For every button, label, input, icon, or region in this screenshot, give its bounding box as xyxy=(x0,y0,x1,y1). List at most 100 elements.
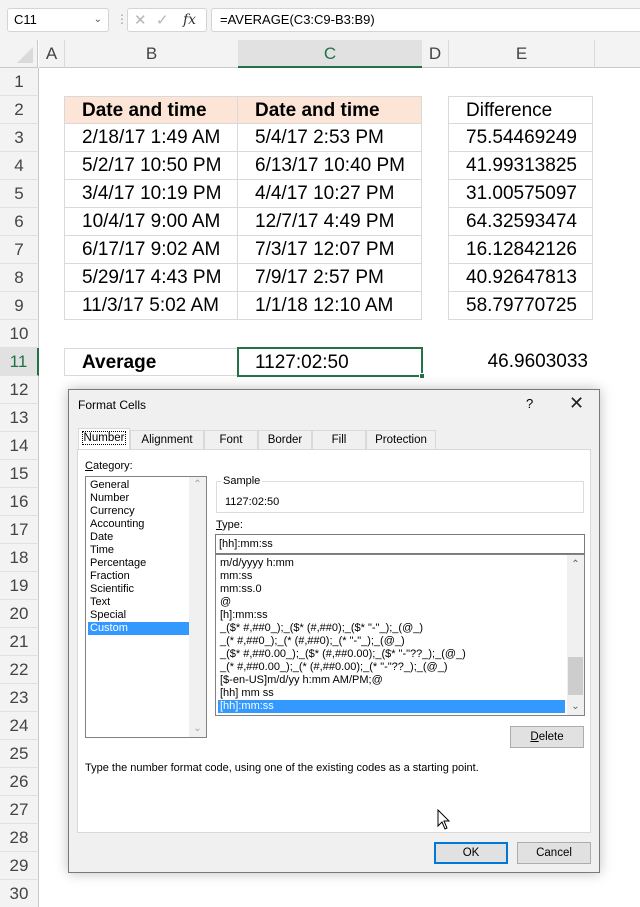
format-type-item[interactable]: _($* #,##0_);_($* (#,##0);_($* "-"_);_(@… xyxy=(218,622,565,635)
format-type-item[interactable]: [$-en-US]m/d/yy h:mm AM/PM;@ xyxy=(218,674,565,687)
category-item[interactable]: Currency xyxy=(88,505,189,518)
type-input[interactable] xyxy=(215,534,585,554)
row-header-20[interactable]: 20 xyxy=(0,600,39,628)
row-header-13[interactable]: 13 xyxy=(0,404,39,432)
scroll-down-icon[interactable]: ⌄ xyxy=(189,721,206,737)
difference-cell[interactable]: 75.54469249 xyxy=(448,124,593,152)
category-item[interactable]: Text xyxy=(88,596,189,609)
row-header-10[interactable]: 10 xyxy=(0,320,39,348)
ok-button[interactable]: OK xyxy=(434,842,508,864)
cancel-button[interactable]: Cancel xyxy=(517,842,591,864)
difference-cell[interactable]: 58.79770725 xyxy=(448,292,593,320)
select-all-button[interactable] xyxy=(0,40,38,68)
format-type-item[interactable]: _(* #,##0_);_(* (#,##0);_(* "-"_);_(@_) xyxy=(218,635,565,648)
category-list[interactable]: General Number Currency Accounting Date Time P… xyxy=(85,476,207,738)
end-datetime-cell[interactable]: 7/9/17 2:57 PM xyxy=(238,264,422,292)
end-datetime-cell[interactable]: 6/13/17 10:40 PM xyxy=(238,152,422,180)
row-header-23[interactable]: 23 xyxy=(0,684,39,712)
row-header-3[interactable]: 3 xyxy=(0,124,39,152)
end-datetime-cell[interactable]: 7/3/17 12:07 PM xyxy=(238,236,422,264)
tab-alignment[interactable]: Alignment xyxy=(130,430,204,449)
tab-protection[interactable]: Protection xyxy=(366,430,436,449)
difference-cell[interactable]: 64.32593474 xyxy=(448,208,593,236)
category-item[interactable]: Accounting xyxy=(88,518,189,531)
category-item[interactable]: General xyxy=(88,479,189,492)
average-diff-cell[interactable]: 46.9603033 xyxy=(448,348,594,376)
fill-handle[interactable] xyxy=(419,373,425,379)
category-item[interactable]: Percentage xyxy=(88,557,189,570)
category-item[interactable]: Custom xyxy=(88,622,189,635)
tab-border[interactable]: Border xyxy=(258,430,312,449)
row-header-11[interactable]: 11 xyxy=(0,348,39,376)
row-header-8[interactable]: 8 xyxy=(0,264,39,292)
category-item[interactable]: Scientific xyxy=(88,583,189,596)
column-header-b[interactable]: B xyxy=(64,40,238,68)
column-header-a[interactable]: A xyxy=(39,40,64,68)
row-header-15[interactable]: 15 xyxy=(0,460,39,488)
column-header-d[interactable]: D xyxy=(422,40,448,68)
row-header-18[interactable]: 18 xyxy=(0,544,39,572)
header-cell-difference[interactable]: Difference xyxy=(448,96,593,124)
column-header-e[interactable]: E xyxy=(448,40,594,68)
header-cell-start[interactable]: Date and time xyxy=(64,96,238,124)
difference-cell[interactable]: 31.00575097 xyxy=(448,180,593,208)
tab-fill[interactable]: Fill xyxy=(312,430,366,449)
row-header-26[interactable]: 26 xyxy=(0,768,39,796)
difference-cell[interactable]: 40.92647813 xyxy=(448,264,593,292)
start-datetime-cell[interactable]: 5/2/17 10:50 PM xyxy=(64,152,238,180)
difference-cell[interactable]: 16.12842126 xyxy=(448,236,593,264)
format-type-item[interactable]: [hh] mm ss xyxy=(218,687,565,700)
category-item[interactable]: Date xyxy=(88,531,189,544)
row-header-19[interactable]: 19 xyxy=(0,572,39,600)
row-header-9[interactable]: 9 xyxy=(0,292,39,320)
row-header-27[interactable]: 27 xyxy=(0,796,39,824)
row-header-24[interactable]: 24 xyxy=(0,712,39,740)
average-label-cell[interactable]: Average xyxy=(64,348,238,376)
tab-number[interactable]: Number xyxy=(78,428,130,450)
row-header-2[interactable]: 2 xyxy=(0,96,39,124)
start-datetime-cell[interactable]: 5/29/17 4:43 PM xyxy=(64,264,238,292)
scroll-up-icon[interactable]: ⌃ xyxy=(567,557,584,573)
type-list[interactable]: m/d/yyyy h:mm mm:ss mm:ss.0 @ [h]:mm:ss _($* … xyxy=(215,554,585,716)
start-datetime-cell[interactable]: 10/4/17 9:00 AM xyxy=(64,208,238,236)
category-item[interactable]: Fraction xyxy=(88,570,189,583)
format-type-item[interactable]: _(* #,##0.00_);_(* (#,##0.00);_(* "-"??_… xyxy=(218,661,565,674)
row-header-4[interactable]: 4 xyxy=(0,152,39,180)
row-header-28[interactable]: 28 xyxy=(0,824,39,852)
delete-button[interactable]: Delete xyxy=(510,726,584,748)
start-datetime-cell[interactable]: 2/18/17 1:49 AM xyxy=(64,124,238,152)
scroll-up-icon[interactable]: ⌃ xyxy=(189,477,206,493)
format-type-item[interactable]: [hh]:mm:ss xyxy=(218,700,565,713)
category-item[interactable]: Time xyxy=(88,544,189,557)
scrollbar-thumb[interactable] xyxy=(568,657,583,695)
name-box[interactable]: C11 ⌄ xyxy=(7,8,109,32)
row-header-16[interactable]: 16 xyxy=(0,488,39,516)
format-type-item[interactable]: @ xyxy=(218,596,565,609)
category-item[interactable]: Number xyxy=(88,492,189,505)
format-type-item[interactable]: _($* #,##0.00_);_($* (#,##0.00);_($* "-"… xyxy=(218,648,565,661)
category-scrollbar[interactable]: ⌃ ⌄ xyxy=(189,477,206,737)
column-header-f[interactable] xyxy=(594,40,640,68)
cancel-icon[interactable]: ✕ xyxy=(134,11,147,29)
row-header-1[interactable]: 1 xyxy=(0,68,39,96)
end-datetime-cell[interactable]: 1/1/18 12:10 AM xyxy=(238,292,422,320)
row-header-12[interactable]: 12 xyxy=(0,376,39,404)
row-header-7[interactable]: 7 xyxy=(0,236,39,264)
start-datetime-cell[interactable]: 3/4/17 10:19 PM xyxy=(64,180,238,208)
tab-font[interactable]: Font xyxy=(204,430,258,449)
end-datetime-cell[interactable]: 5/4/17 2:53 PM xyxy=(238,124,422,152)
insert-function-icon[interactable]: fx xyxy=(183,12,196,28)
row-header-21[interactable]: 21 xyxy=(0,628,39,656)
close-icon[interactable]: ✕ xyxy=(569,393,584,414)
row-header-6[interactable]: 6 xyxy=(0,208,39,236)
format-type-item[interactable]: mm:ss.0 xyxy=(218,583,565,596)
start-datetime-cell[interactable]: 11/3/17 5:02 AM xyxy=(64,292,238,320)
difference-cell[interactable]: 41.99313825 xyxy=(448,152,593,180)
end-datetime-cell[interactable]: 12/7/17 4:49 PM xyxy=(238,208,422,236)
help-icon[interactable]: ? xyxy=(526,396,533,411)
row-header-14[interactable]: 14 xyxy=(0,432,39,460)
row-header-17[interactable]: 17 xyxy=(0,516,39,544)
row-header-29[interactable]: 29 xyxy=(0,852,39,880)
start-datetime-cell[interactable]: 6/17/17 9:02 AM xyxy=(64,236,238,264)
header-cell-end[interactable]: Date and time xyxy=(238,96,422,124)
